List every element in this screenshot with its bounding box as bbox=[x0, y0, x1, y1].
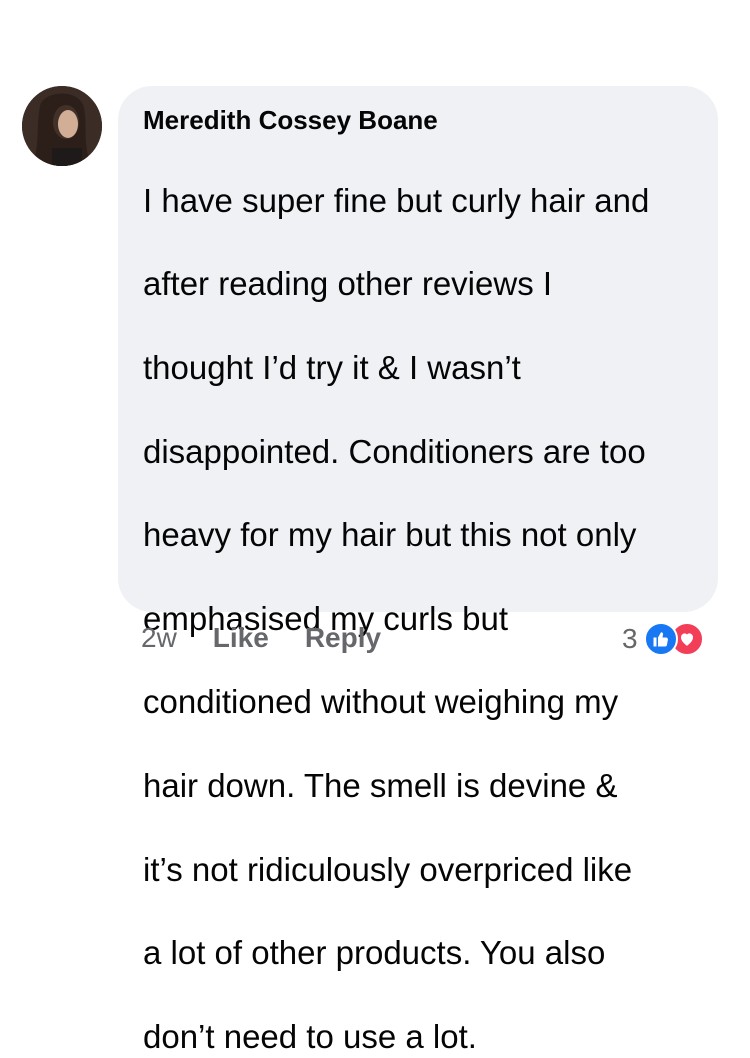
reaction-icons bbox=[643, 622, 704, 656]
comment-line: conditioned without weighing my bbox=[143, 683, 619, 721]
comment-line: don’t need to use a lot. bbox=[143, 1017, 477, 1055]
comment-text: I have super fine but curly hair and aft… bbox=[143, 138, 692, 1058]
avatar[interactable] bbox=[22, 86, 102, 166]
comment-actions: 2w Like Reply bbox=[141, 622, 417, 654]
reaction-count: 3 bbox=[622, 623, 638, 654]
thumbs-up-icon bbox=[643, 622, 678, 656]
comment-line: heavy for my hair but this not only bbox=[143, 516, 637, 554]
comment-bubble: Meredith Cossey Boane I have super fine … bbox=[118, 86, 718, 1055]
comment-line: thought I’d try it & I wasn’t bbox=[143, 348, 521, 386]
comment-author[interactable]: Meredith Cossey Boane bbox=[143, 104, 692, 136]
reply-button[interactable]: Reply bbox=[305, 622, 381, 654]
comment-line: I have super fine but curly hair and bbox=[143, 181, 650, 219]
reactions-summary[interactable]: 3 bbox=[622, 622, 704, 656]
like-button[interactable]: Like bbox=[213, 622, 269, 654]
comment-line: hair down. The smell is devine & bbox=[143, 766, 618, 804]
comment-line: it’s not ridiculously overpriced like bbox=[143, 850, 633, 888]
comment-line: a lot of other products. You also bbox=[143, 934, 606, 972]
comment-line: disappointed. Conditioners are too bbox=[143, 432, 646, 470]
timestamp[interactable]: 2w bbox=[141, 622, 177, 654]
comment-line: after reading other reviews I bbox=[143, 265, 553, 303]
